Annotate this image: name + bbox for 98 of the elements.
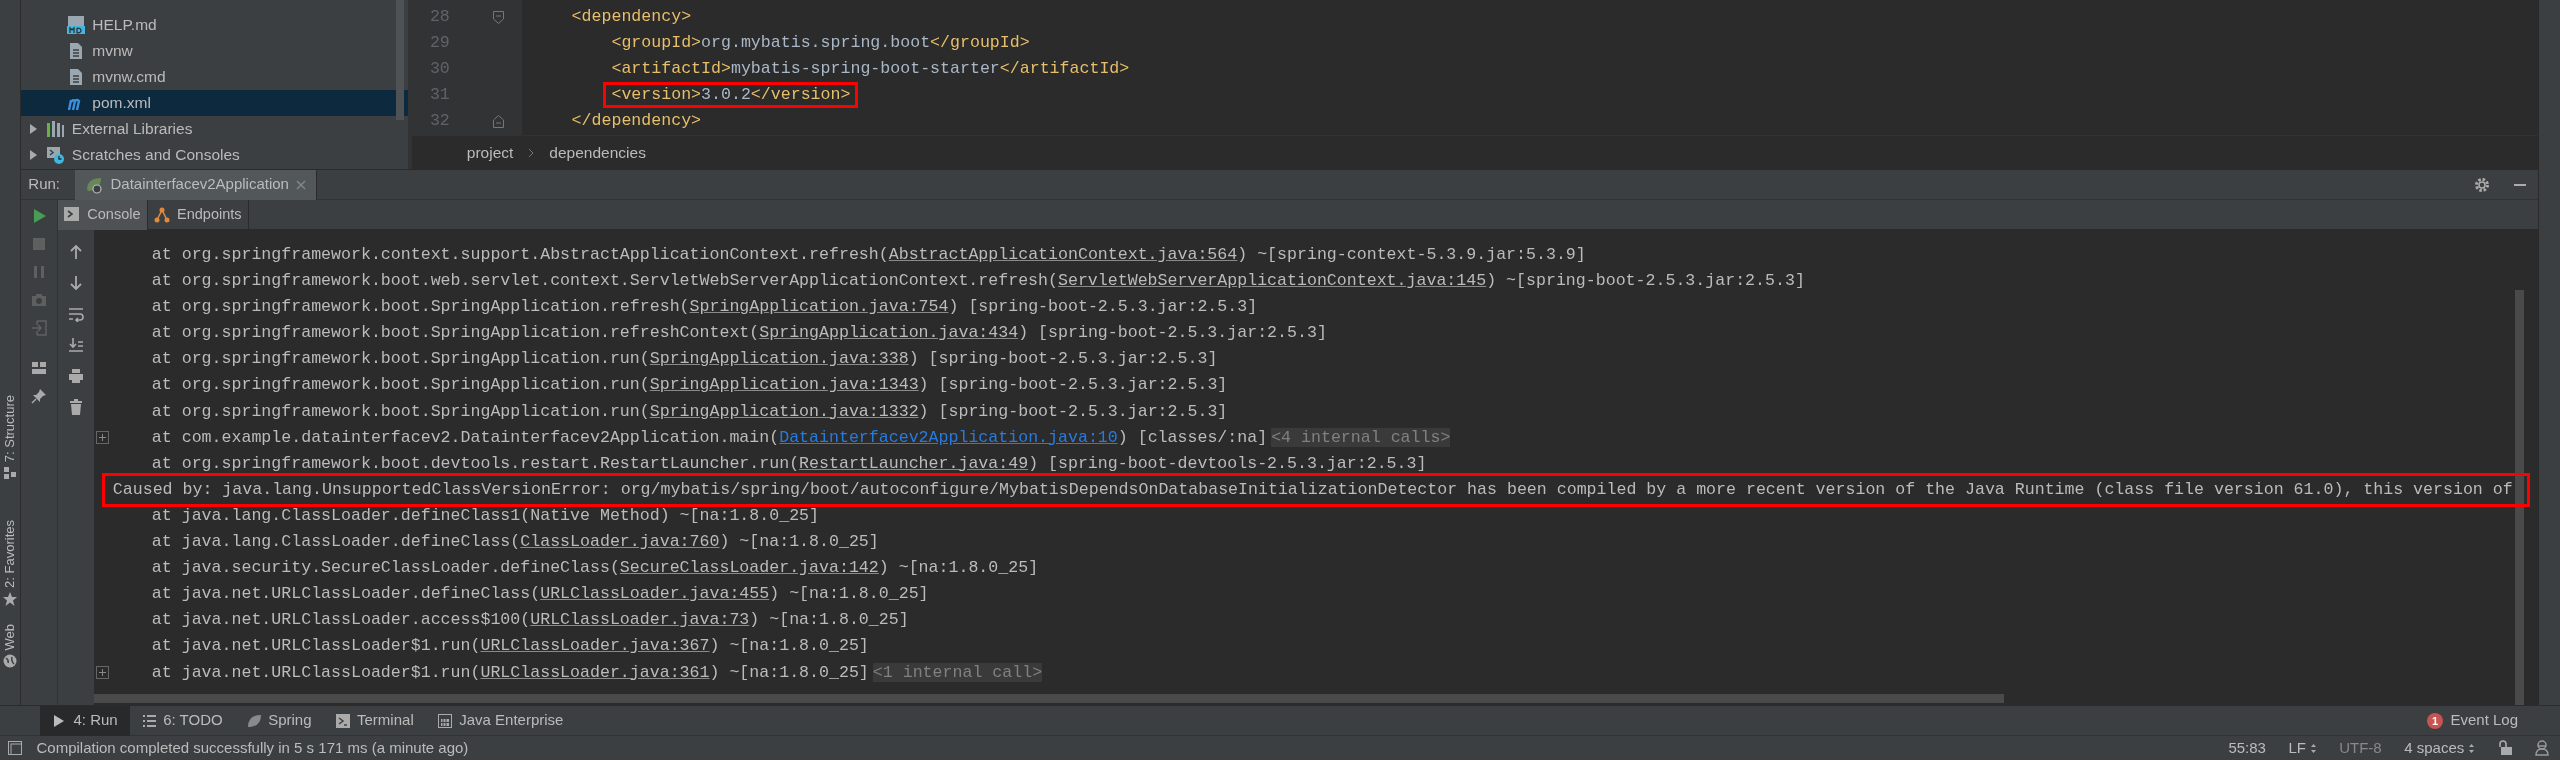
stack-trace-line: at org.springframework.boot.SpringApplication.refreshContext(SpringApplication.java:434) [spring-boot-2.5.3.jar:2.5.3] [151,323,1327,343]
tree-item[interactable]: External Libraries [20,116,408,142]
status-message: Compilation completed successfully in 5 s 171 ms (a minute ago) [36,737,469,758]
stack-trace-line: at org.springframework.context.support.AbstractApplicationContext.refresh(AbstractApplicationContext.java:564) ~[spring-context-5.3.9.jar:5.3.9] [151,245,1586,264]
layout-icon[interactable] [30,360,47,376]
scroll-to-end-icon[interactable] [67,337,84,353]
expand-arrow-icon[interactable] [28,150,39,160]
run-tab[interactable]: Datainterfacev2Application [75,169,318,200]
tree-item[interactable]: mvnw [20,38,408,64]
event-log-button[interactable]: 1 Event Log [2414,705,2530,736]
tool-window-tab[interactable]: Spring [234,705,324,736]
tool-window-label[interactable]: Web [0,623,20,651]
tree-item[interactable]: mvnw.cmd [20,64,408,90]
stack-trace-line: at org.springframework.boot.SpringApplication.run(SpringApplication.java:1343) [spring-boot-2.5.3.jar:2.5.3] [151,375,1228,395]
stack-trace-line: at java.lang.ClassLoader.defineClass1(Native Method) ~[na:1.8.0_25] [151,505,819,525]
stack-trace-line: at java.net.URLClassLoader.defineClass(URLClassLoader.java:455) ~[na:1.8.0_25] [151,584,929,604]
chevron-icon [528,147,535,158]
stack-trace-line: at java.net.URLClassLoader$1.run(URLClassLoader.java:361) ~[na:1.8.0_25] <1 internal call> [151,662,1043,682]
play-icon [52,713,66,728]
stack-trace-line: at java.net.URLClassLoader$1.run(URLClassLoader.java:367) ~[na:1.8.0_25] [151,636,869,656]
panel-title: Run: [28,174,60,195]
trash-icon[interactable] [67,399,84,415]
structure-icon [2,465,17,480]
file-link[interactable]: SpringApplication.java:754 [689,297,949,317]
panel-toggle-icon[interactable] [7,741,22,755]
print-icon[interactable] [67,368,84,384]
tree-item[interactable]: pom.xml [20,90,408,116]
file-link[interactable]: Datainterfacev2Application.java:10 [779,427,1118,447]
encoding-selector[interactable]: UTF-8 [2339,736,2382,760]
stack-trace-line: at com.example.datainterfacev2.Datainterfacev2Application.main(Datainterfacev2Application.java:10) [classes/:na] <4 internal calls> [151,427,1451,447]
file-link[interactable]: URLClassLoader.java:367 [480,636,710,656]
stack-trace-line: at org.springframework.boot.SpringApplication.run(SpringApplication.java:338) [spring-boot-2.5.3.jar:2.5.3] [151,349,1218,369]
file-link[interactable]: ServletWebServerApplicationContext.java:145 [1058,271,1487,291]
scratches-icon [46,146,65,164]
breadcrumb-item[interactable]: dependencies [549,140,646,165]
file-link[interactable]: SpringApplication.java:1332 [649,401,919,421]
tool-window-tab[interactable]: 6: TODO [129,705,235,736]
expand-icon[interactable] [95,430,109,444]
list-icon [141,713,156,728]
expand-icon[interactable] [95,665,109,679]
down-arrow-icon[interactable] [67,275,84,291]
file-link[interactable]: SpringApplication.java:434 [759,323,1019,343]
notification-count: 1 [2426,712,2443,729]
stack-trace-line: at org.springframework.boot.devtools.restart.RestartLauncher.run(RestartLauncher.java:49) [spring-boot-devtools-2.5.3.jar:2.5.3] [151,453,1427,473]
tool-window-label[interactable]: 7: Structure [0,395,20,463]
file-link[interactable]: URLClassLoader.java:73 [530,610,750,630]
line-separator-selector[interactable]: LF [2288,736,2317,760]
tool-window-tab[interactable]: Java Enterprise [425,705,576,736]
tool-window-tab[interactable]: Terminal [323,705,426,736]
leaf-icon [246,713,261,728]
code-line: <dependency> [571,7,692,26]
console-tab[interactable]: Console [57,200,148,230]
file-link[interactable]: ClassLoader.java:760 [520,532,720,552]
fold-start-icon[interactable] [492,11,504,24]
fold-end-icon[interactable] [492,115,504,128]
unlock-icon[interactable] [2497,740,2512,756]
code-line: </dependency> [571,111,702,130]
file-link[interactable]: SpringApplication.java:338 [649,349,909,369]
stack-trace-line: at org.springframework.boot.SpringApplication.refresh(SpringApplication.java:754) [spring-boot-2.5.3.jar:2.5.3] [151,297,1258,317]
library-icon [46,120,65,138]
updown-icon [2468,742,2475,754]
tree-item[interactable]: HELP.md [20,12,408,38]
soft-wrap-icon[interactable] [67,306,84,322]
tree-item[interactable]: Scratches and Consoles [20,142,408,168]
stack-trace-line: at java.security.SecureClassLoader.defineClass(SecureClassLoader.java:142) ~[na:1.8.0_25] [151,558,1039,578]
file-link[interactable]: URLClassLoader.java:455 [540,584,770,604]
breadcrumb-item[interactable]: project [466,140,514,165]
indent-selector[interactable]: 4 spaces [2404,736,2475,760]
stack-trace-line: at org.springframework.boot.web.servlet.context.ServletWebServerApplicationContext.refresh(ServletWebServerApplicationContext.java:145) ~[spring-boot-2.5.3.jar:2.5.3] [151,271,1805,291]
stack-trace-line: at org.springframework.boot.SpringApplication.run(SpringApplication.java:1332) [spring-boot-2.5.3.jar:2.5.3] [151,401,1228,421]
markdown-file-icon [66,16,85,34]
tool-window-tab[interactable]: 4: Run [40,705,130,736]
file-link[interactable]: SecureClassLoader.java:142 [619,558,879,578]
terminal-icon [335,713,350,728]
tool-window-label[interactable]: 2: Favorites [0,519,20,588]
expand-arrow-icon[interactable] [28,124,39,134]
file-link[interactable]: URLClassLoader.java:361 [480,662,710,682]
updown-icon [2309,742,2317,754]
settings-icon[interactable] [2473,176,2490,193]
console-icon [63,207,80,223]
grid-window-icon [437,713,452,728]
star-icon [2,591,17,606]
file-link[interactable]: AbstractApplicationContext.java:564 [888,245,1238,264]
endpoints-icon [153,207,170,223]
code-line: <artifactId>mybatis-spring-boot-starter</artifactId> [611,59,1130,78]
scrollbar[interactable] [2514,290,2524,705]
folded-calls[interactable]: <4 internal calls> [1271,427,1451,447]
scrollbar[interactable] [395,0,404,120]
spring-leaf-icon [85,175,103,194]
folded-calls[interactable]: <1 internal call> [872,662,1043,682]
code-line: <groupId>org.mybatis.spring.boot</groupId> [611,33,1030,52]
scrollbar[interactable] [93,694,2004,703]
caret-position[interactable]: 55:83 [2228,736,2266,760]
pin-icon[interactable] [30,388,47,404]
stack-trace-line: at java.net.URLClassLoader.access$100(URLClassLoader.java:73) ~[na:1.8.0_25] [151,610,909,630]
stack-trace-line: at java.lang.ClassLoader.defineClass(ClassLoader.java:760) ~[na:1.8.0_25] [151,532,879,552]
file-link[interactable]: SpringApplication.java:1343 [649,375,919,395]
file-link[interactable]: RestartLauncher.java:49 [799,453,1029,473]
